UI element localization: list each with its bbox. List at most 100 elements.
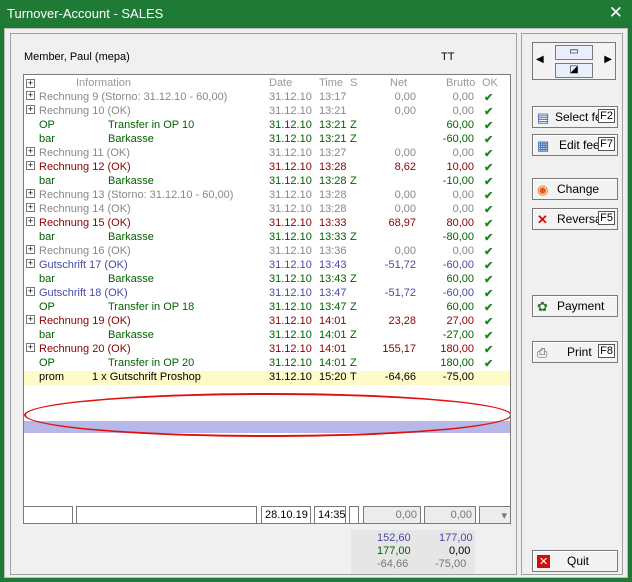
- row-type: bar: [39, 133, 55, 145]
- table-row[interactable]: bar Barkasse 31.12.10 13:33 Z -80,00 ✔: [24, 231, 510, 245]
- ok-check-icon: ✔: [484, 148, 494, 160]
- row-description: Barkasse: [108, 329, 154, 341]
- row-status: Z: [350, 273, 357, 285]
- table-row[interactable]: + Rechnung 20 (OK) 31.12.10 14:01 155,17 180,…: [24, 343, 510, 357]
- text-input[interactable]: [76, 506, 257, 524]
- select-fee-button[interactable]: ▤ Select fee F2: [532, 106, 618, 128]
- close-icon[interactable]: ✕: [609, 3, 623, 23]
- header-information: Information: [76, 77, 132, 89]
- row-time: 13:21: [319, 105, 347, 117]
- row-info: Rechnung 11 (OK): [39, 147, 130, 159]
- row-date: 31.12.10: [269, 231, 312, 243]
- table-row[interactable]: + Rechnung 16 (OK) 31.12.10 13:36 0,00 0,00 ✔: [24, 245, 510, 259]
- row-description: Barkasse: [108, 231, 154, 243]
- total-brutto-1: 177,00: [439, 532, 473, 544]
- table-row[interactable]: OP Transfer in OP 10 31.12.10 13:21 Z 60,00 ✔: [24, 119, 510, 133]
- time-input[interactable]: 14:35: [314, 506, 346, 524]
- row-date: 31.12.10: [269, 91, 312, 103]
- code-input[interactable]: [23, 506, 73, 524]
- row-status: Z: [350, 329, 357, 341]
- ok-check-icon: ✔: [484, 260, 494, 272]
- row-time: 13:43: [319, 259, 347, 271]
- row-brutto: -60,00: [442, 133, 474, 145]
- table-row-selected[interactable]: prom 1 x Gutschrift Proshop 31.12.10 15:20 T…: [24, 371, 510, 385]
- table-row[interactable]: + Gutschrift 17 (OK) 31.12.10 13:43 -51,72 -6…: [24, 259, 510, 273]
- table-row[interactable]: + Rechnung 9 (Storno: 31.12.10 - 60,00) 31…: [24, 91, 510, 105]
- row-brutto: 0,00: [452, 245, 474, 257]
- row-brutto: 80,00: [446, 217, 474, 229]
- change-button[interactable]: ◉ Change: [532, 178, 618, 200]
- table-row[interactable]: bar Barkasse 31.12.10 13:28 Z -10,00 ✔: [24, 175, 510, 189]
- date-input[interactable]: 28.10.19: [261, 506, 311, 524]
- net-input[interactable]: 0,00: [363, 506, 421, 524]
- table-row[interactable]: + Rechnung 11 (OK) 31.12.10 13:27 0,00 0,00 ✔: [24, 147, 510, 161]
- row-time: 13:28: [319, 203, 347, 215]
- row-net: 68,97: [388, 217, 416, 229]
- payment-button[interactable]: ✿ Payment: [532, 295, 618, 317]
- row-net: 23,28: [388, 315, 416, 327]
- row-description: Barkasse: [108, 175, 154, 187]
- table-row[interactable]: + Rechnung 19 (OK) 31.12.10 14:01 23,28 27,00…: [24, 315, 510, 329]
- printer-nav-icon[interactable]: ▭: [555, 45, 593, 60]
- row-time: 13:43: [319, 273, 347, 285]
- row-brutto: -60,00: [442, 259, 474, 271]
- printer-icon: ⎙: [537, 345, 548, 360]
- ok-check-icon: ✔: [484, 204, 494, 216]
- row-brutto: -10,00: [442, 175, 474, 187]
- row-brutto: -27,00: [442, 329, 474, 341]
- row-type: prom: [39, 371, 65, 383]
- quit-button[interactable]: ✕ Quit: [532, 550, 618, 572]
- table-row[interactable]: + Rechnung 14 (OK) 31.12.10 13:28 0,00 0,00 ✔: [24, 203, 510, 217]
- turnover-list[interactable]: + Information Date Time S Net Brutto OK …: [23, 74, 511, 524]
- row-date: 31.12.10: [269, 119, 312, 131]
- s-input[interactable]: [349, 506, 359, 524]
- total-brutto-3: -75,00: [435, 558, 467, 570]
- title-bar: Turnover-Account - SALES ✕: [0, 0, 632, 28]
- row-description: Transfer in OP 18: [108, 301, 195, 313]
- preview-nav-icon[interactable]: ◪: [555, 63, 593, 78]
- row-date: 31.12.10: [269, 343, 312, 355]
- row-type: OP: [39, 119, 55, 131]
- edit-fee-button[interactable]: ▦ Edit fee F7: [532, 134, 618, 156]
- table-row[interactable]: + Rechnung 13 (Storno: 31.12.10 - 60,00) 3…: [24, 189, 510, 203]
- row-description: Transfer in OP 10: [108, 119, 195, 131]
- table-row[interactable]: bar Barkasse 31.12.10 13:21 Z -60,00 ✔: [24, 133, 510, 147]
- brutto-input[interactable]: 0,00: [424, 506, 476, 524]
- empty-row[interactable]: [24, 421, 510, 433]
- table-row[interactable]: bar Barkasse 31.12.10 13:43 Z 60,00 ✔: [24, 273, 510, 287]
- ok-check-icon: ✔: [484, 302, 494, 314]
- row-time: 13:28: [319, 175, 347, 187]
- print-button[interactable]: ⎙ Print F8: [532, 341, 618, 363]
- window-title: Turnover-Account - SALES: [7, 6, 164, 21]
- reversal-button[interactable]: ✕ Reversal F5: [532, 208, 618, 230]
- next-arrow-icon[interactable]: ▶: [604, 54, 612, 65]
- ok-check-icon: ✔: [484, 190, 494, 202]
- row-date: 31.12.10: [269, 301, 312, 313]
- table-row[interactable]: + Rechnung 15 (OK) 31.12.10 13:33 68,97 80,00…: [24, 217, 510, 231]
- table-row[interactable]: + Gutschrift 18 (OK) 31.12.10 13:47 -51,72 -6…: [24, 287, 510, 301]
- totals-box: 152,60 177,00 177,00 0,00 -64,66 -75,00: [351, 530, 475, 574]
- edit-fee-icon: ▦: [537, 138, 550, 153]
- ok-dropdown[interactable]: ▾: [479, 506, 511, 524]
- prev-arrow-icon[interactable]: ◀: [536, 54, 544, 65]
- table-row[interactable]: OP Transfer in OP 20 31.12.10 14:01 Z 180,00 ✔: [24, 357, 510, 371]
- row-description: Barkasse: [108, 273, 154, 285]
- row-time: 13:17: [319, 91, 347, 103]
- row-date: 31.12.10: [269, 133, 312, 145]
- row-type: bar: [39, 329, 55, 341]
- table-row[interactable]: bar Barkasse 31.12.10 14:01 Z -27,00 ✔: [24, 329, 510, 343]
- ok-check-icon: ✔: [484, 232, 494, 244]
- row-brutto: 60,00: [446, 119, 474, 131]
- table-row[interactable]: + Rechnung 12 (OK) 31.12.10 13:28 8,62 10,00 ✔: [24, 161, 510, 175]
- row-status: Z: [350, 301, 357, 313]
- row-status: T: [350, 371, 357, 383]
- header-brutto: Brutto: [446, 77, 476, 89]
- row-date: 31.12.10: [269, 203, 312, 215]
- tt-label: TT: [441, 51, 455, 63]
- row-info: Gutschrift 17 (OK): [39, 259, 128, 271]
- row-description: Barkasse: [108, 133, 154, 145]
- row-net: 0,00: [394, 147, 416, 159]
- table-row[interactable]: + Rechnung 10 (OK) 31.12.10 13:21 0,00 0,00 ✔: [24, 105, 510, 119]
- list-header: + Information Date Time S Net Brutto OK: [26, 77, 498, 89]
- table-row[interactable]: OP Transfer in OP 18 31.12.10 13:47 Z 60,00 ✔: [24, 301, 510, 315]
